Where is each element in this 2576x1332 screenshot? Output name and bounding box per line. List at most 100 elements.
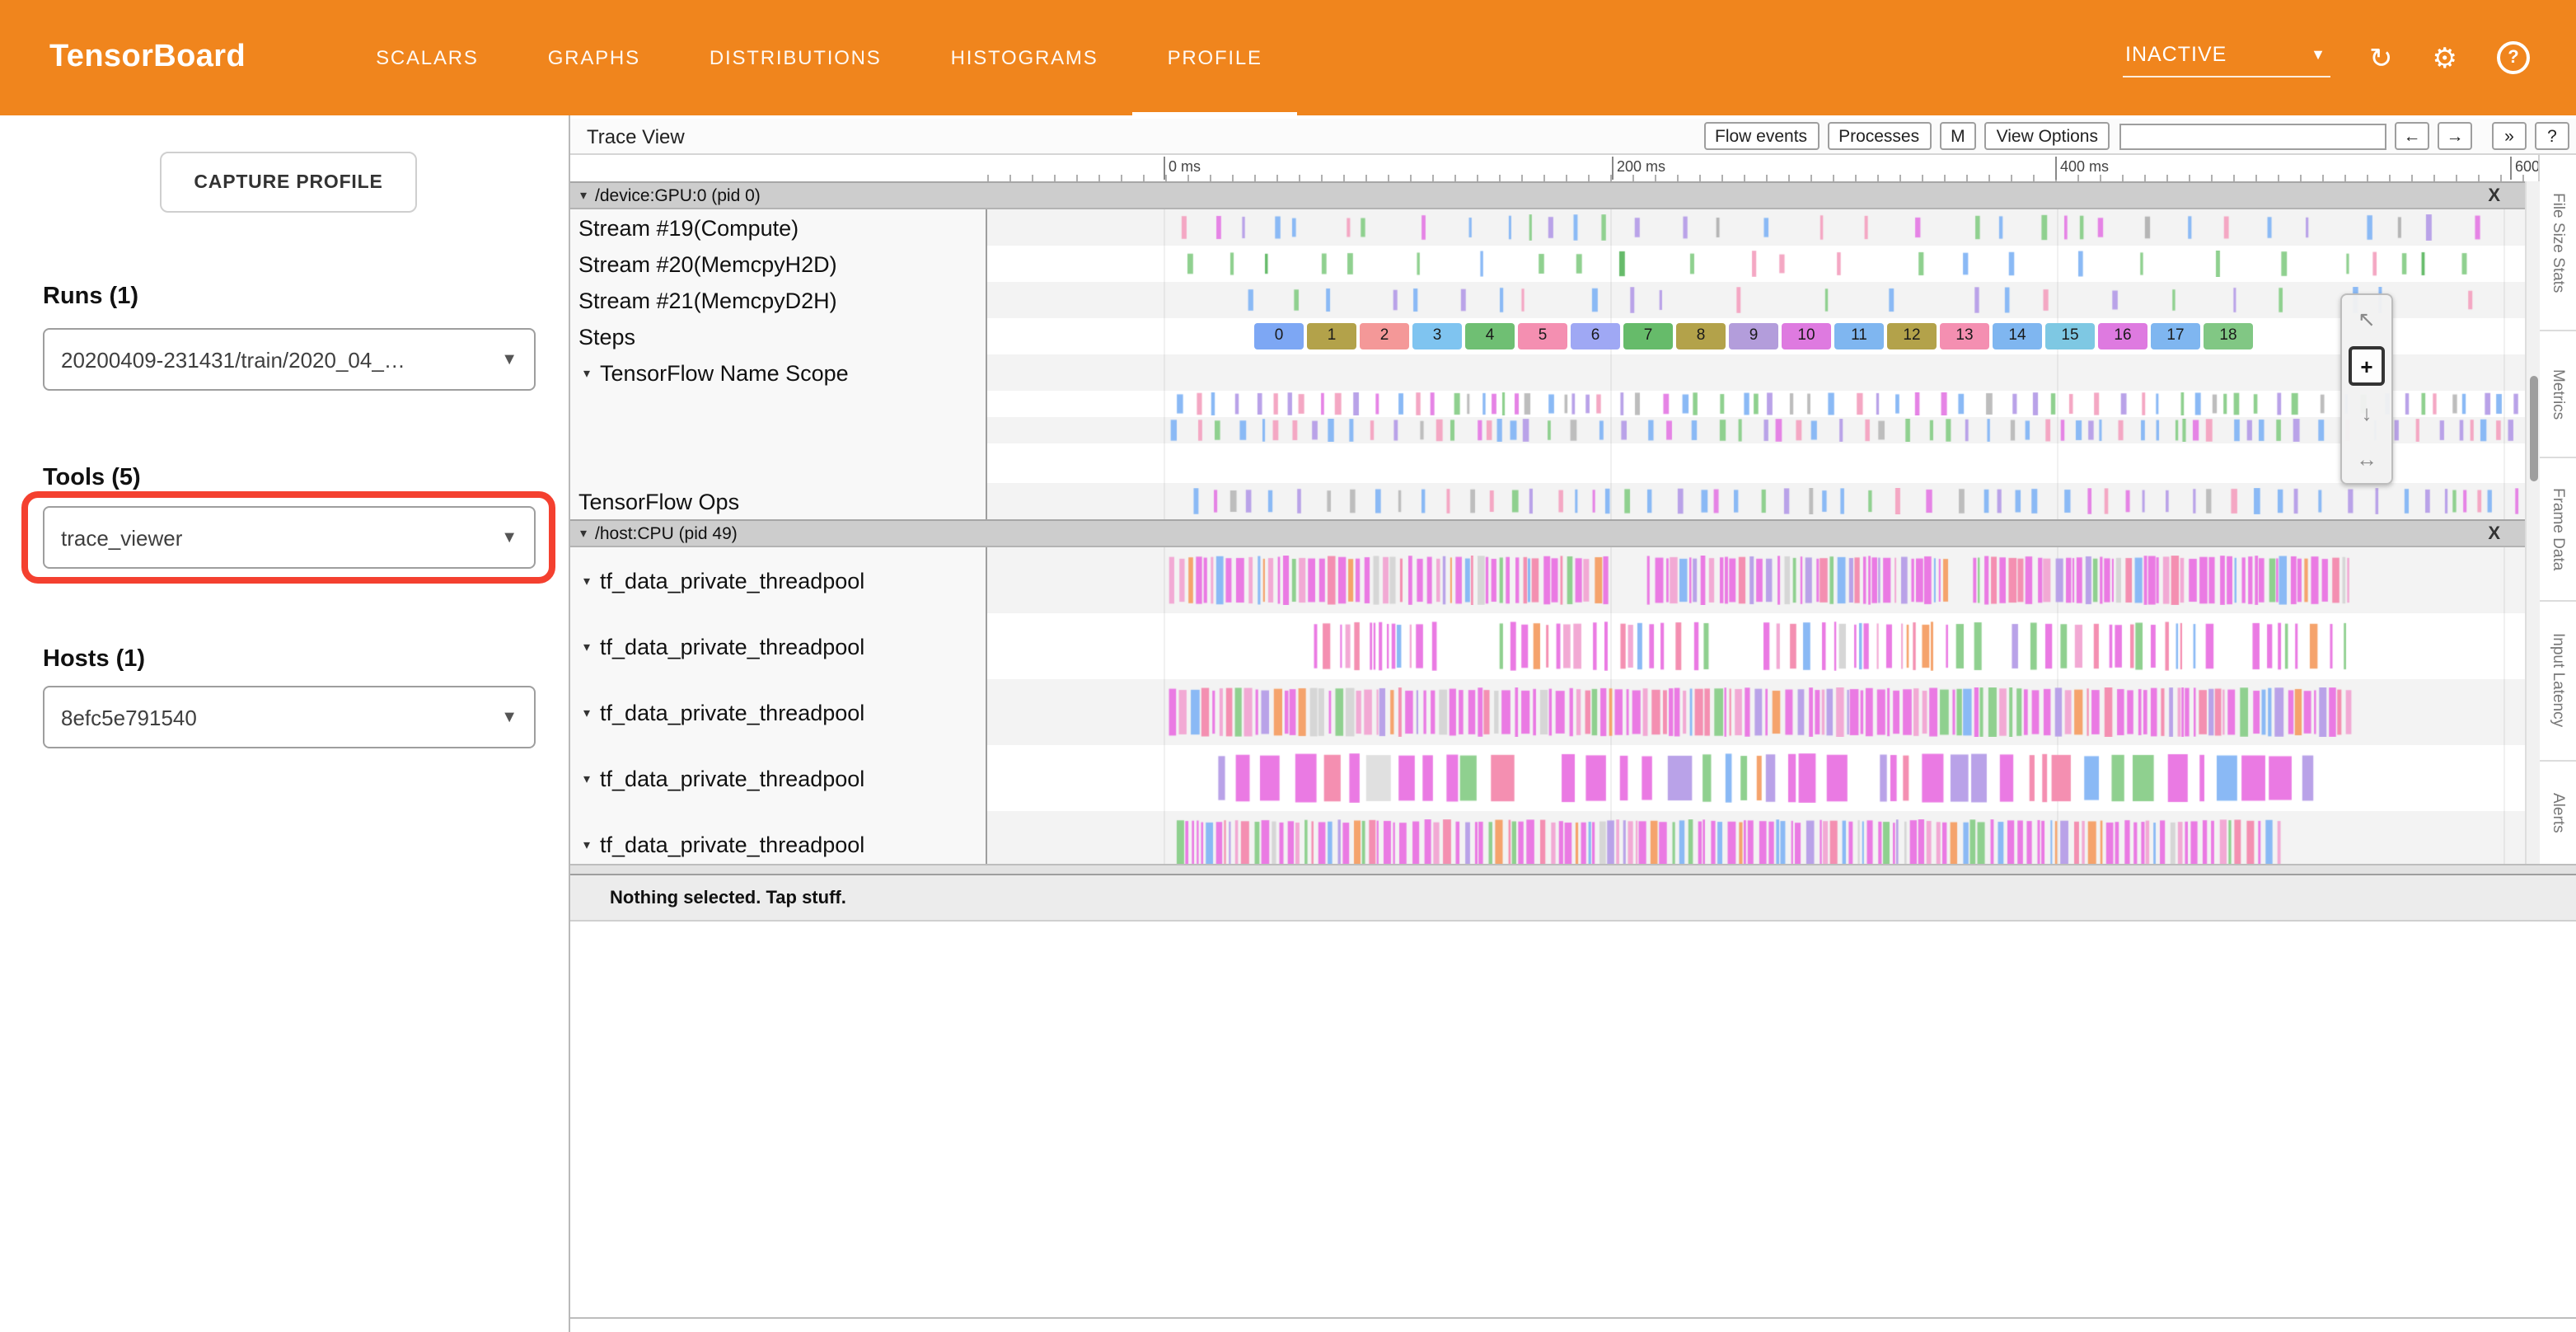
step-slice[interactable]: 11 — [1834, 323, 1884, 349]
gear-icon[interactable]: ⚙ — [2433, 44, 2458, 72]
side-tab-metrics[interactable]: Metrics — [2540, 331, 2576, 458]
collapse-icon[interactable]: ▾ — [583, 365, 590, 380]
trace-events-canvas[interactable] — [987, 287, 2540, 313]
scrollbar-thumb[interactable] — [2530, 376, 2538, 481]
track-timeline[interactable] — [987, 679, 2540, 745]
pan-tool-icon[interactable]: ↓ — [2349, 392, 2385, 432]
refresh-icon[interactable]: ↻ — [2369, 44, 2393, 72]
status-dropdown[interactable]: INACTIVE ▼ — [2122, 39, 2330, 77]
track-timeline[interactable] — [987, 811, 2540, 864]
track-timeline[interactable] — [987, 209, 2540, 246]
step-slice[interactable]: 8 — [1676, 323, 1726, 349]
track-label[interactable]: ▾tf_data_private_threadpool — [570, 679, 987, 745]
trace-events-canvas[interactable] — [987, 392, 2540, 415]
fast-forward-button[interactable]: » — [2492, 122, 2527, 150]
track-timeline[interactable] — [987, 547, 2540, 613]
nav-tab-distributions[interactable]: DISTRIBUTIONS — [675, 0, 916, 115]
step-slice[interactable]: 9 — [1729, 323, 1778, 349]
processes-button[interactable]: Processes — [1827, 122, 1931, 150]
nav-tab-histograms[interactable]: HISTOGRAMS — [916, 0, 1133, 115]
side-tab-alerts[interactable]: Alerts — [2540, 762, 2576, 865]
track-timeline[interactable] — [987, 745, 2540, 811]
trace-events-canvas[interactable] — [987, 753, 2540, 803]
trace-events-canvas[interactable] — [987, 419, 2540, 442]
process-section-header[interactable]: ▾/device:GPU:0 (pid 0)X — [570, 181, 2540, 209]
nav-tab-graphs[interactable]: GRAPHS — [513, 0, 675, 115]
track-timeline[interactable] — [987, 391, 2540, 417]
step-slice[interactable]: 3 — [1412, 323, 1462, 349]
trace-events-canvas[interactable] — [987, 214, 2540, 241]
track-label[interactable]: ▾TensorFlow Name Scope — [570, 354, 987, 391]
step-slice[interactable]: 18 — [2204, 323, 2253, 349]
tools-heading: Tools (5) — [43, 465, 141, 491]
track-timeline[interactable]: 0123456789101112131415161718 — [987, 318, 2540, 354]
step-slice[interactable]: 0 — [1254, 323, 1304, 349]
selection-tool-icon[interactable]: ↖ — [2349, 300, 2385, 340]
metrics-button[interactable]: M — [1939, 122, 1977, 150]
side-tab-file-size-stats[interactable]: File Size Stats — [2540, 155, 2576, 331]
step-slice[interactable]: 10 — [1782, 323, 1831, 349]
flow-events-button[interactable]: Flow events — [1703, 122, 1819, 150]
step-slice[interactable]: 7 — [1623, 323, 1673, 349]
back-button[interactable]: ← — [2395, 122, 2429, 150]
step-slice[interactable]: 13 — [1940, 323, 1989, 349]
capture-profile-button[interactable]: CAPTURE PROFILE — [160, 152, 417, 213]
collapse-icon[interactable]: ▾ — [583, 705, 590, 720]
side-tab-frame-data[interactable]: Frame Data — [2540, 458, 2576, 602]
close-section-button[interactable]: X — [2488, 185, 2500, 205]
step-slice[interactable]: 5 — [1518, 323, 1567, 349]
vertical-scrollbar[interactable] — [2525, 181, 2540, 864]
track-label[interactable]: ▾tf_data_private_threadpool — [570, 745, 987, 811]
step-slice[interactable]: 15 — [2045, 323, 2095, 349]
step-slice[interactable]: 1 — [1307, 323, 1356, 349]
tensorboard-app: TensorBoard SCALARSGRAPHSDISTRIBUTIONSHI… — [0, 0, 2576, 1332]
runs-select[interactable]: 20200409-231431/train/2020_04_… ▼ — [43, 328, 536, 391]
step-slice[interactable]: 6 — [1571, 323, 1620, 349]
collapse-icon[interactable]: ▾ — [580, 188, 587, 203]
track-timeline[interactable] — [987, 613, 2540, 679]
trace-events-canvas[interactable] — [987, 488, 2540, 514]
collapse-icon[interactable]: ▾ — [583, 837, 590, 851]
track-label[interactable]: ▾tf_data_private_threadpool — [570, 613, 987, 679]
process-section-header[interactable]: ▾/host:CPU (pid 49)X — [570, 519, 2540, 547]
step-slice[interactable]: 16 — [2098, 323, 2147, 349]
collapse-icon[interactable]: ▾ — [583, 573, 590, 588]
zoom-tool-icon[interactable]: + — [2349, 346, 2385, 386]
hosts-select[interactable]: 8efc5e791540 ▼ — [43, 686, 536, 748]
trace-track-row: ▾tf_data_private_threadpool — [570, 745, 2540, 811]
side-tab-input-latency[interactable]: Input Latency — [2540, 602, 2576, 762]
step-slice[interactable]: 2 — [1360, 323, 1409, 349]
view-options-button[interactable]: View Options — [1985, 122, 2110, 150]
trace-events-canvas[interactable] — [987, 819, 2540, 864]
track-timeline[interactable] — [987, 282, 2540, 318]
timing-tool-icon[interactable]: ↔ — [2349, 439, 2385, 478]
trace-track-row: Stream #19(Compute) — [570, 209, 2540, 246]
forward-button[interactable]: → — [2438, 122, 2472, 150]
step-slice[interactable]: 17 — [2151, 323, 2200, 349]
help-icon[interactable]: ? — [2497, 41, 2530, 74]
trace-events-canvas[interactable] — [987, 621, 2540, 671]
track-timeline[interactable] — [987, 483, 2540, 519]
trace-search-input[interactable] — [2119, 123, 2386, 149]
track-timeline[interactable] — [987, 246, 2540, 282]
collapse-icon[interactable]: ▾ — [580, 526, 587, 541]
nav-tab-profile[interactable]: PROFILE — [1133, 0, 1297, 115]
collapse-icon[interactable]: ▾ — [583, 639, 590, 654]
help-button[interactable]: ? — [2535, 122, 2569, 150]
track-timeline[interactable] — [987, 417, 2540, 443]
close-section-button[interactable]: X — [2488, 523, 2500, 543]
tools-select[interactable]: trace_viewer ▼ — [43, 506, 536, 569]
track-label[interactable]: ▾tf_data_private_threadpool — [570, 547, 987, 613]
collapse-icon[interactable]: ▾ — [583, 771, 590, 786]
nav-tab-scalars[interactable]: SCALARS — [341, 0, 513, 115]
track-label[interactable]: ▾tf_data_private_threadpool — [570, 811, 987, 864]
trace-events-canvas[interactable] — [987, 687, 2540, 737]
trace-events-canvas[interactable] — [987, 251, 2540, 277]
panel-splitter[interactable] — [570, 864, 2576, 874]
step-slice[interactable]: 14 — [1993, 323, 2042, 349]
track-timeline[interactable] — [987, 443, 2540, 483]
trace-events-canvas[interactable] — [987, 556, 2540, 605]
step-slice[interactable]: 4 — [1465, 323, 1515, 349]
step-slice[interactable]: 12 — [1887, 323, 1937, 349]
track-timeline[interactable] — [987, 354, 2540, 391]
